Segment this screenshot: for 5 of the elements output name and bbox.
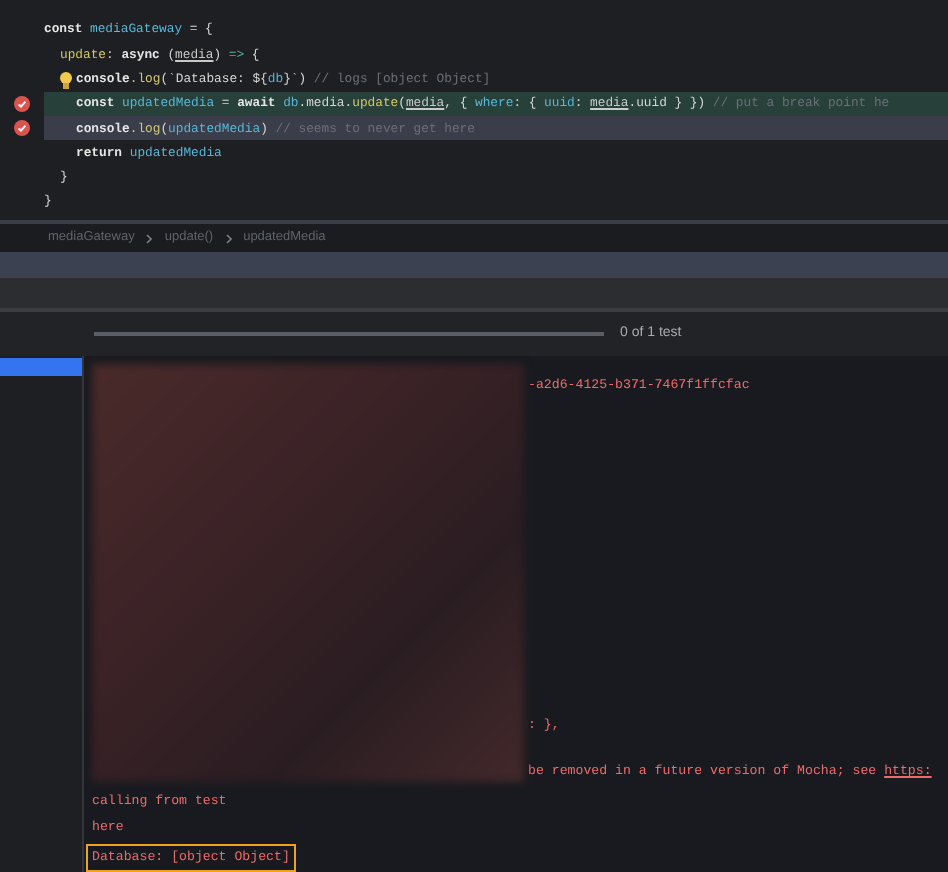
breakpoint-icon[interactable] xyxy=(14,96,30,113)
chevron-icon xyxy=(225,233,232,243)
lightbulb-icon[interactable] xyxy=(60,71,72,90)
breakpoint-icon[interactable] xyxy=(14,120,30,137)
chevron-icon xyxy=(146,233,153,243)
